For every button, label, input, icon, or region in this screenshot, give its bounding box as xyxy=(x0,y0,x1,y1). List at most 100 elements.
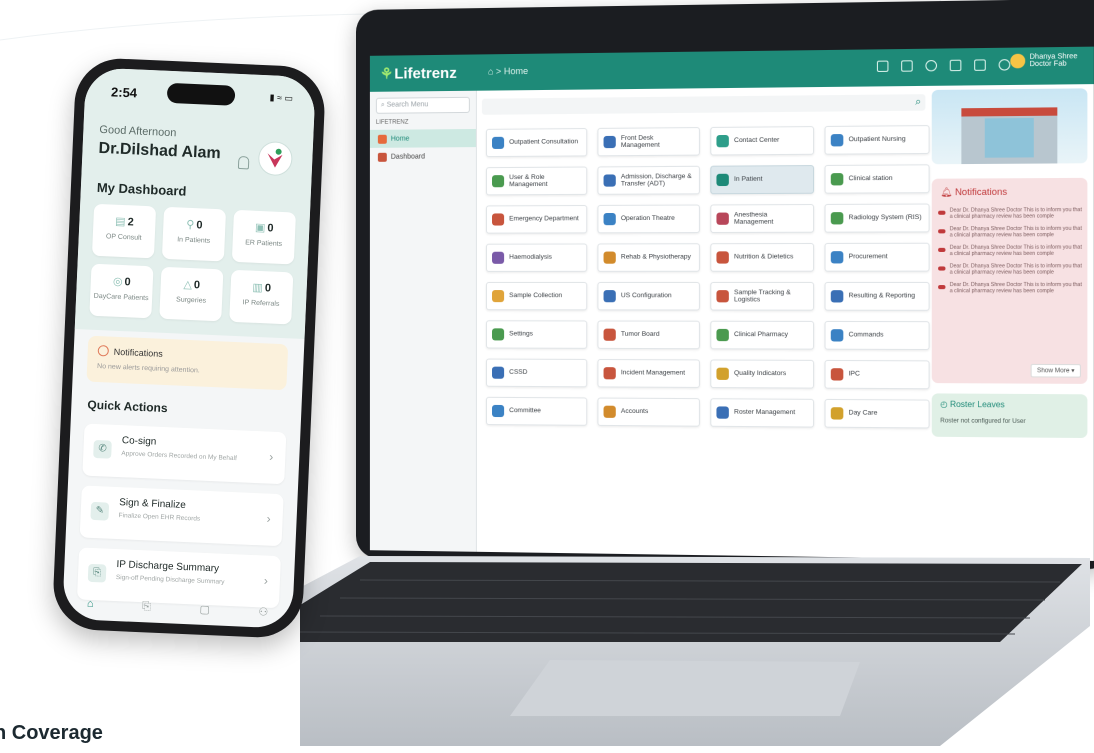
search-icon[interactable]: ⌕ xyxy=(915,96,921,107)
quick-action-item[interactable]: ✎ Sign & Finalize Finalize Open EHR Record… xyxy=(79,485,284,547)
module-tile[interactable]: Rehab & Physiotherapy xyxy=(597,243,700,272)
module-tile[interactable]: Quality Indicators xyxy=(710,359,815,389)
user-menu[interactable]: Dhanya Shree Doctor Fab xyxy=(1010,53,1087,69)
module-tile[interactable]: Commands xyxy=(824,320,930,351)
module-tile[interactable]: Outpatient Consultation xyxy=(485,128,588,158)
stat-card[interactable]: ▣0 ER Patients xyxy=(231,209,297,265)
home-tab-icon[interactable]: ⌂ xyxy=(87,598,94,610)
search-icon[interactable] xyxy=(925,59,938,72)
module-label: Day Care xyxy=(848,409,878,418)
notification-item[interactable]: Dear Dr. Dhanya Shree Doctor This is to … xyxy=(938,207,1083,220)
module-label: Commands xyxy=(848,331,884,339)
module-tile[interactable]: Radiology System (RIS) xyxy=(824,203,930,233)
module-tile[interactable]: Emergency Department xyxy=(485,204,588,234)
module-tile[interactable]: Roster Management xyxy=(710,398,815,428)
sidebar-item-home[interactable]: Home xyxy=(369,128,476,148)
settings-icon[interactable] xyxy=(998,59,1011,71)
app-logo[interactable]: ⚘Lifetrenz xyxy=(380,64,457,83)
stat-card[interactable]: ◎0 DayCare Patients xyxy=(89,263,154,319)
module-tile[interactable]: Resulting & Reporting xyxy=(824,281,930,311)
module-tile[interactable]: Procurement xyxy=(824,242,930,272)
module-tile[interactable]: Front Desk Management xyxy=(597,127,700,157)
stat-icon: ▣ xyxy=(254,221,266,235)
module-icon xyxy=(716,134,729,148)
notification-item[interactable]: Dear Dr. Dhanya Shree Doctor This is to … xyxy=(938,263,1083,276)
notifications-title-text: Notifications xyxy=(113,346,163,359)
users-tab-icon[interactable]: ⚇ xyxy=(258,605,268,618)
sidebar-search-input[interactable]: ⌕ Search Menu xyxy=(375,96,470,114)
module-tile[interactable]: CSSD xyxy=(485,358,588,388)
module-label: Committee xyxy=(509,407,541,415)
quick-action-item[interactable]: ✆ Co-sign Approve Orders Recorded on My Be… xyxy=(82,423,287,485)
apps-grid-icon[interactable] xyxy=(974,59,986,71)
module-label: Incident Management xyxy=(620,369,686,377)
module-icon xyxy=(716,328,729,342)
module-tile[interactable]: IPC xyxy=(824,359,930,390)
module-icon xyxy=(830,407,844,420)
stat-value-row: ⚲0 xyxy=(163,217,226,233)
stat-icon: ◎ xyxy=(112,275,123,289)
module-icon xyxy=(830,329,844,342)
module-search-input[interactable]: ⌕ xyxy=(481,94,926,115)
module-tile[interactable]: Incident Management xyxy=(597,358,700,388)
module-label: In Patient xyxy=(734,175,763,184)
module-tile[interactable]: US Configuration xyxy=(597,281,700,311)
screen-icon[interactable] xyxy=(901,60,913,72)
module-tile[interactable]: Admission, Discharge & Transfer (ADT) xyxy=(597,165,700,195)
module-label: Roster Management xyxy=(734,408,796,417)
module-tile[interactable]: Settings xyxy=(485,320,588,349)
module-tile[interactable]: Clinical station xyxy=(824,164,930,194)
notification-text: Dear Dr. Dhanya Shree Doctor This is to … xyxy=(949,207,1082,220)
module-tile[interactable]: Day Care xyxy=(824,398,930,429)
laptop-keyboard-base xyxy=(300,556,1090,746)
stat-card[interactable]: ▥0 IP Referrals xyxy=(229,269,294,325)
module-tile[interactable]: Operation Theatre xyxy=(597,204,700,234)
module-tile[interactable]: Sample Collection xyxy=(485,281,588,311)
module-tile[interactable]: Outpatient Nursing xyxy=(824,125,930,155)
module-label: IPC xyxy=(848,370,860,378)
inbox-tab-icon[interactable]: ▢ xyxy=(199,602,210,615)
unread-dot-icon xyxy=(938,229,946,234)
show-more-button[interactable]: Show More ▾ xyxy=(1030,363,1081,378)
stat-card[interactable]: ▤2 OP Consult xyxy=(91,203,157,259)
bell-icon[interactable] xyxy=(949,59,962,72)
module-icon xyxy=(830,290,844,303)
module-tile[interactable]: Anesthesia Management xyxy=(710,204,815,234)
notifications-title: 🔔︎ Notifications xyxy=(940,186,1008,198)
module-tile[interactable]: Sample Tracking & Logistics xyxy=(710,281,815,311)
breadcrumb-home[interactable]: Home xyxy=(504,66,528,76)
notification-item[interactable]: Dear Dr. Dhanya Shree Doctor This is to … xyxy=(938,226,1083,239)
notification-item[interactable]: Dear Dr. Dhanya Shree Doctor This is to … xyxy=(938,244,1083,257)
notifications-banner[interactable]: Notifications No new alerts requiring at… xyxy=(86,335,289,391)
stat-card[interactable]: △0 Surgeries xyxy=(159,266,224,322)
module-label: Clinical Pharmacy xyxy=(734,331,789,339)
module-label: Contact Center xyxy=(734,136,780,145)
clipboard-tab-icon[interactable]: ⎘ xyxy=(142,600,151,613)
chevron-right-icon: › xyxy=(266,511,271,526)
module-tile[interactable]: Haemodialysis xyxy=(485,243,588,272)
module-tile[interactable]: Committee xyxy=(485,396,588,426)
stat-value: 0 xyxy=(267,222,274,235)
module-tile[interactable]: Tumor Board xyxy=(597,320,700,350)
module-label: Quality Indicators xyxy=(734,370,787,378)
home-icon xyxy=(377,134,387,144)
module-label: Anesthesia Management xyxy=(734,210,774,226)
module-tile[interactable]: User & Role Management xyxy=(485,166,588,196)
module-tile[interactable]: Contact Center xyxy=(710,126,815,156)
module-tile[interactable]: Clinical Pharmacy xyxy=(710,320,815,350)
phone: 2:54 ▮ ≈ ▭ Good Afternoon Dr.Dilshad Ala… xyxy=(51,56,327,640)
calendar-icon[interactable] xyxy=(876,60,889,73)
stat-value-row: ◎0 xyxy=(91,274,154,290)
bell-icon[interactable] xyxy=(237,155,250,170)
module-tile[interactable]: Nutrition & Dietetics xyxy=(710,242,815,272)
module-icon xyxy=(830,368,844,381)
module-tile[interactable]: In Patient xyxy=(710,165,815,195)
module-tile[interactable]: Accounts xyxy=(597,397,700,427)
user-name: Dhanya Shree Doctor Fab xyxy=(1029,53,1078,69)
breadcrumb[interactable]: ⌂ > Home xyxy=(488,66,528,77)
unread-dot-icon xyxy=(938,210,946,215)
notification-item[interactable]: Dear Dr. Dhanya Shree Doctor This is to … xyxy=(938,282,1083,294)
stat-card[interactable]: ⚲0 In Patients xyxy=(161,206,227,262)
sidebar-item-dashboard[interactable]: Dashboard xyxy=(370,147,476,166)
stat-value: 0 xyxy=(193,279,201,292)
